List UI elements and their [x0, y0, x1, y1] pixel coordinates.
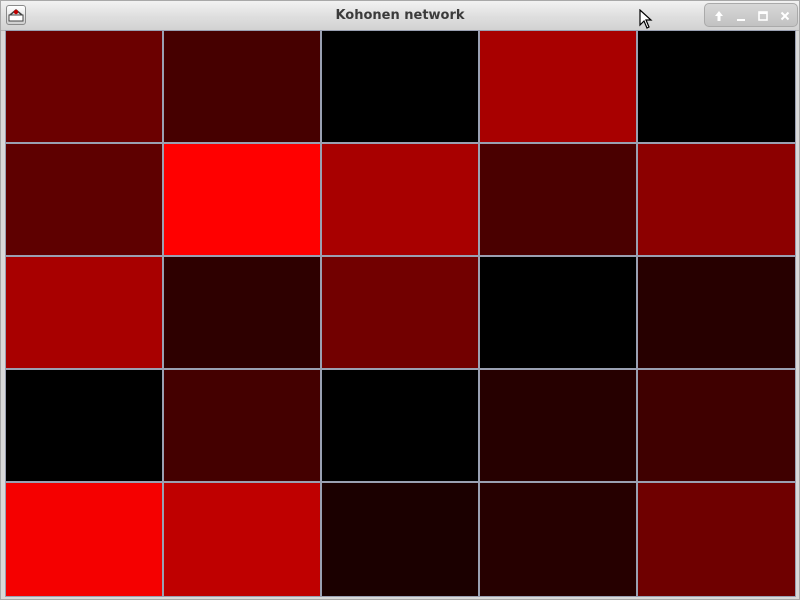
minimize-button[interactable]: [733, 8, 749, 24]
grid-cell-r1-c1: [6, 31, 162, 142]
client-area: [5, 30, 796, 597]
minimize-icon: [737, 19, 745, 21]
maximize-button[interactable]: [755, 8, 771, 24]
grid-cell-r1-c5: [638, 31, 795, 142]
grid-cell-r5-c2: [164, 483, 320, 596]
shade-button[interactable]: [711, 8, 727, 24]
grid-cell-r3-c5: [638, 257, 795, 368]
grid-cell-r4-c3: [322, 370, 478, 481]
grid-cell-r3-c2: [164, 257, 320, 368]
grid-cell-r4-c2: [164, 370, 320, 481]
grid-cell-r5-c4: [480, 483, 636, 596]
grid-cell-r4-c5: [638, 370, 795, 481]
grid-cell-r4-c4: [480, 370, 636, 481]
grid-cell-r3-c3: [322, 257, 478, 368]
grid-cell-r5-c3: [322, 483, 478, 596]
grid-cell-r5-c5: [638, 483, 795, 596]
arrow-up-icon: [715, 11, 723, 21]
grid-cell-r2-c5: [638, 144, 795, 255]
mouse-cursor-icon: [639, 9, 653, 29]
grid-cell-r2-c3: [322, 144, 478, 255]
close-icon: [780, 11, 790, 21]
kohonen-grid: [5, 30, 796, 597]
grid-cell-r1-c4: [480, 31, 636, 142]
close-button[interactable]: [777, 8, 793, 24]
grid-cell-r4-c1: [6, 370, 162, 481]
title-bar[interactable]: Kohonen network: [1, 1, 799, 31]
grid-cell-r3-c4: [480, 257, 636, 368]
grid-cell-r3-c1: [6, 257, 162, 368]
grid-cell-r1-c3: [322, 31, 478, 142]
grid-cell-r2-c1: [6, 144, 162, 255]
app-window: Kohonen network: [0, 0, 800, 600]
grid-cell-r5-c1: [6, 483, 162, 596]
grid-cell-r2-c4: [480, 144, 636, 255]
window-title: Kohonen network: [335, 8, 465, 23]
window-controls: [704, 3, 798, 27]
maximize-icon: [758, 11, 768, 21]
grid-cell-r1-c2: [164, 31, 320, 142]
grid-cell-r2-c2: [164, 144, 320, 255]
